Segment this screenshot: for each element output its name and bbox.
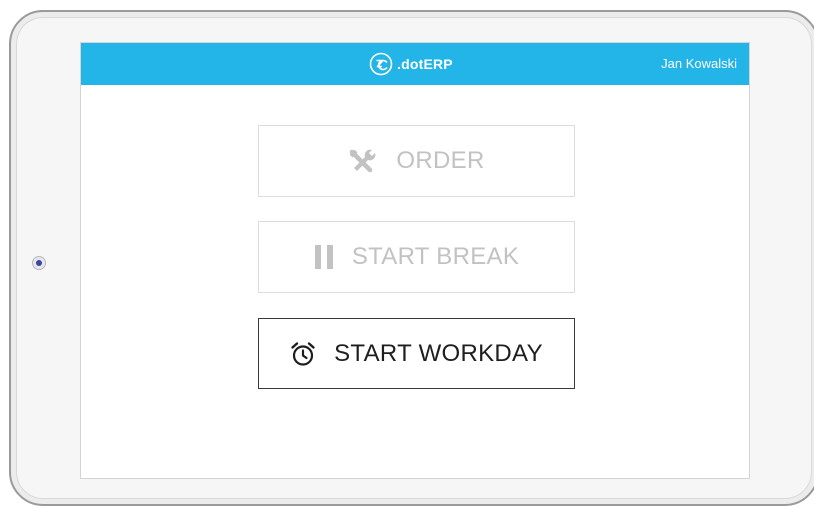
alarm-clock-icon (290, 341, 316, 367)
top-bar: .dotERP Jan Kowalski (81, 43, 749, 85)
start-workday-button[interactable]: START WORKDAY (258, 318, 575, 389)
home-button-center (36, 260, 42, 266)
pause-icon (314, 244, 334, 270)
brand: .dotERP (369, 51, 453, 77)
brand-logo-icon (369, 52, 393, 76)
app-screen: .dotERP Jan Kowalski ORDER START BREAK S… (80, 42, 750, 479)
home-button[interactable] (32, 256, 46, 270)
user-name[interactable]: Jan Kowalski (661, 56, 737, 72)
start-break-button[interactable]: START BREAK (258, 221, 575, 293)
start-break-button-label: START BREAK (351, 243, 520, 270)
start-workday-button-label: START WORKDAY (334, 339, 543, 367)
order-button-label: ORDER (396, 147, 485, 174)
brand-name: .dotERP (397, 56, 453, 72)
order-button[interactable]: ORDER (258, 125, 575, 197)
tools-icon (348, 148, 378, 174)
